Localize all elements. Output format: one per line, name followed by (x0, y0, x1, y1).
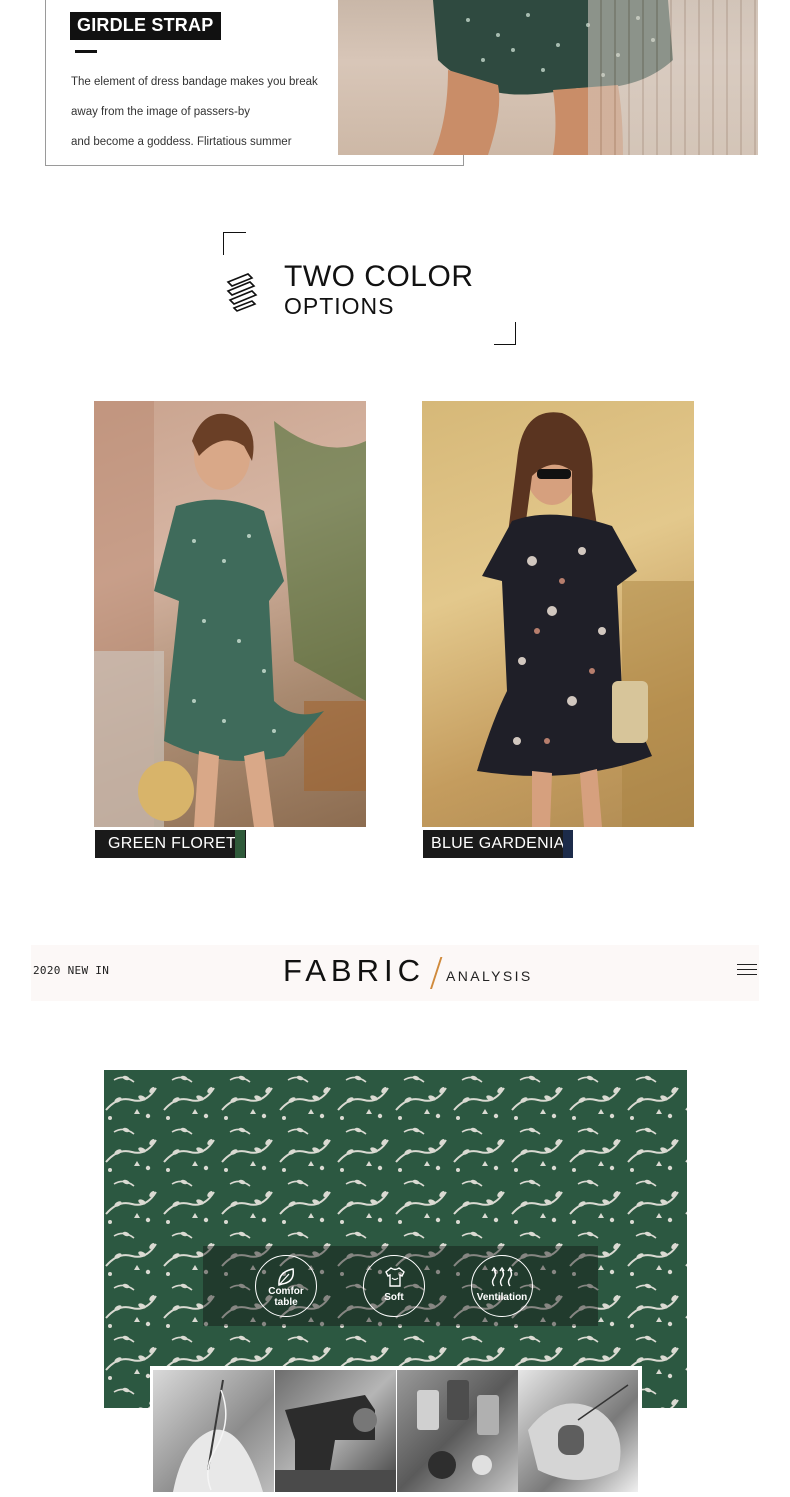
feature-label: Ventilation (476, 1292, 528, 1303)
fabric-closeup (104, 1070, 687, 1408)
spools-graphic (417, 1380, 499, 1479)
thimble-graphic (528, 1384, 629, 1480)
option-label-blue-gardenia: BLUE GARDENIA (423, 830, 572, 858)
sewing-machine-photo (275, 1370, 396, 1492)
feature-soft: Soft (363, 1255, 425, 1317)
blue-gardenia-photo[interactable] (422, 401, 694, 827)
girdle-text-line: The element of dress bandage makes you b… (71, 76, 318, 88)
floral-print-pattern (104, 1070, 687, 1408)
option-label-green-floret: GREEN FLORET (95, 830, 247, 858)
thread-spools-photo (397, 1370, 518, 1492)
menu-icon[interactable] (737, 964, 757, 976)
blue-color-swatch[interactable] (563, 830, 573, 858)
feature-label: Soft (384, 1292, 404, 1303)
green-floret-photo[interactable] (94, 401, 366, 827)
girdle-detail-photo (338, 0, 758, 155)
thimble-photo (518, 1370, 638, 1492)
corner-bracket (223, 232, 246, 255)
shirt-icon (385, 1267, 405, 1287)
green-color-swatch[interactable] (235, 830, 245, 858)
leaf-icon (278, 1268, 295, 1287)
sewing-machine-graphic (275, 1395, 396, 1492)
feature-ventilation: Ventilation (471, 1255, 533, 1317)
feature-comfortable: Comfor table (255, 1255, 317, 1317)
stripes-icon (226, 273, 258, 312)
girdle-text-line: and become a goddess. Flirtatious summer (71, 136, 292, 148)
needle-thread-photo (153, 1370, 274, 1492)
title-underline (75, 50, 97, 53)
model-green-graphic (94, 401, 366, 827)
fabric-subtitle: ANALYSIS (446, 968, 533, 984)
model-blue-graphic (477, 412, 694, 827)
section-title: TWO COLOR (284, 260, 474, 293)
feature-label: Comfor (268, 1286, 304, 1297)
airflow-icon (491, 1266, 513, 1287)
girdle-title: GIRDLE STRAP (70, 12, 222, 40)
feature-label: table (274, 1297, 298, 1308)
needle-graphic (173, 1379, 263, 1492)
section-subtitle: OPTIONS (284, 293, 395, 319)
new-in-label: 2020 NEW IN (33, 964, 110, 977)
fabric-title: FABRIC (283, 953, 425, 988)
corner-bracket (494, 322, 516, 345)
girdle-text-line: away from the image of passers-by (71, 106, 250, 118)
